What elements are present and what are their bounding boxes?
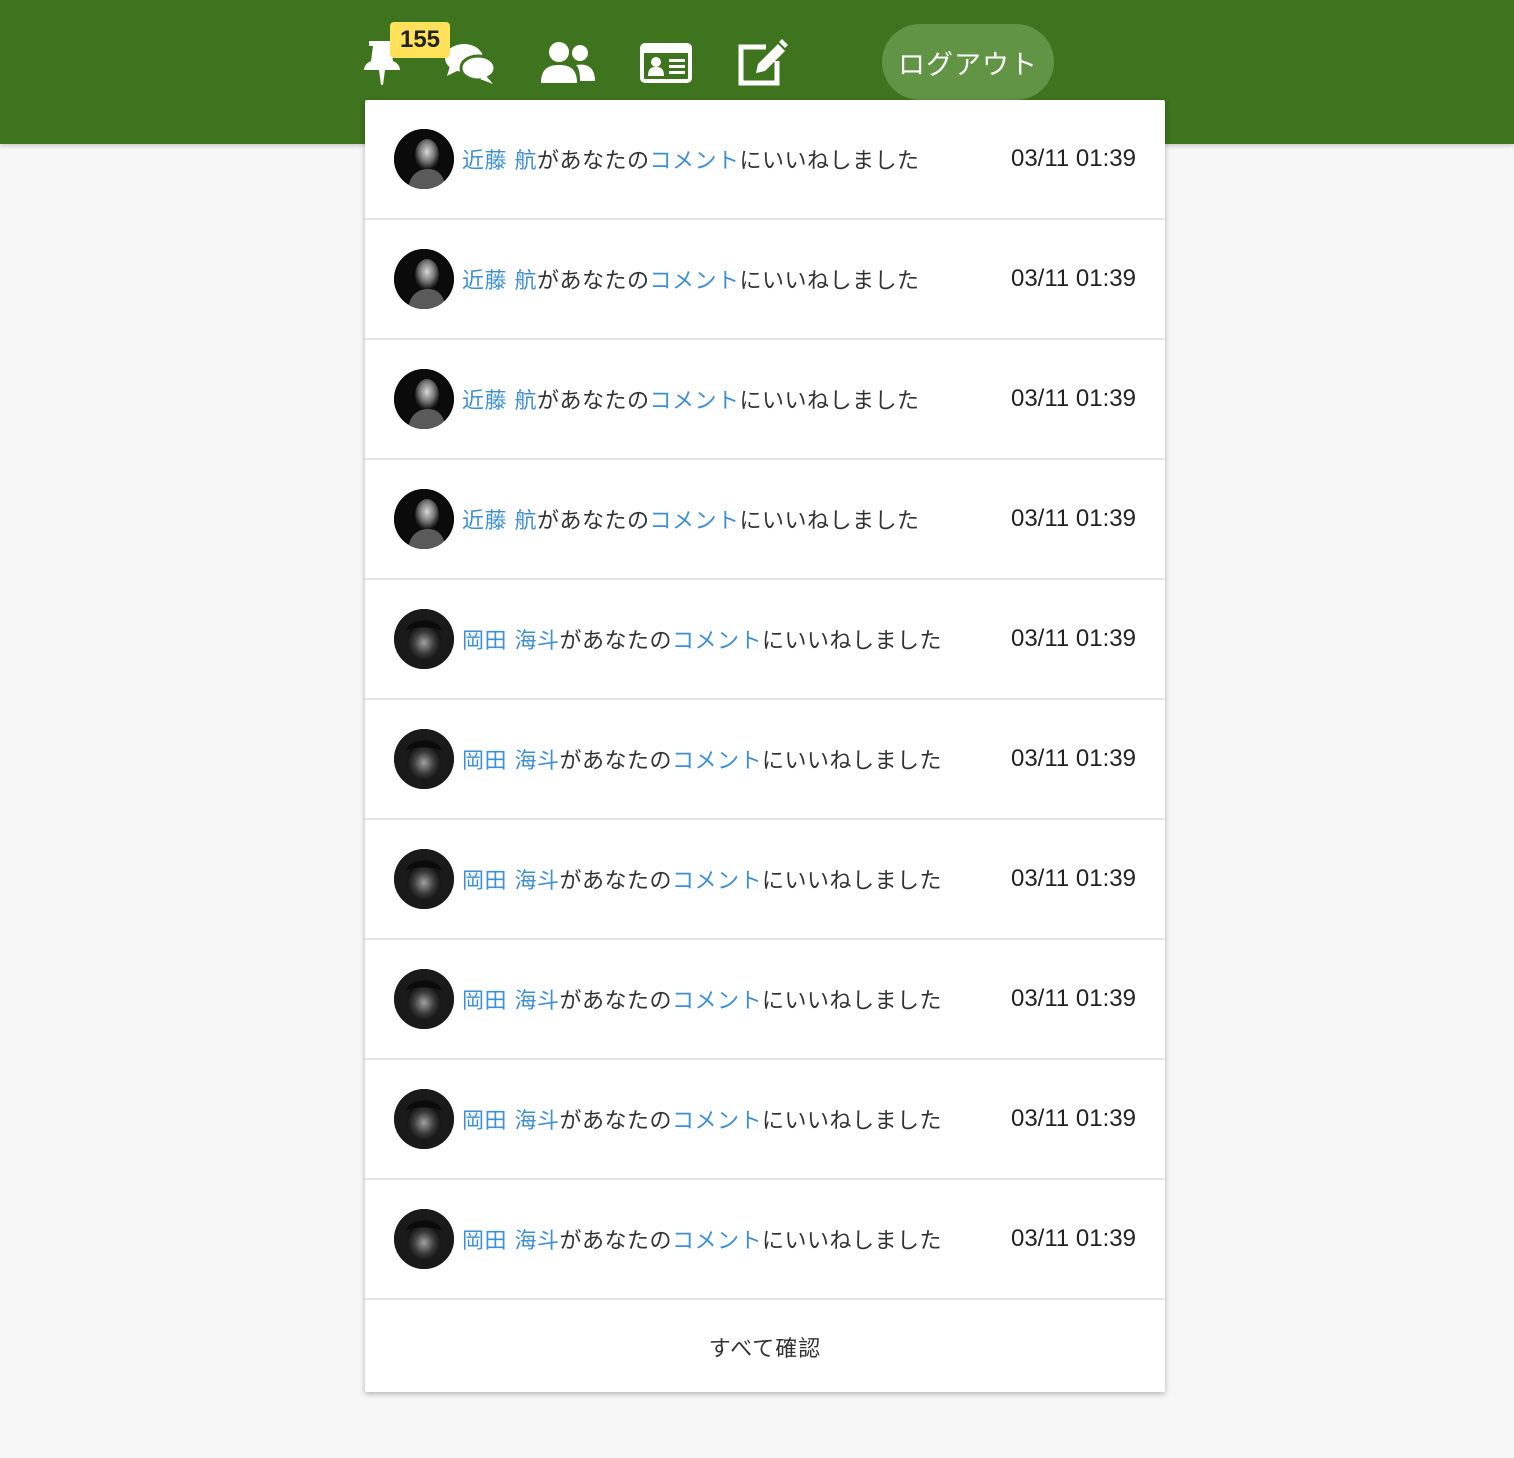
comment-link[interactable]: コメント xyxy=(672,743,762,775)
message-text: があなたの xyxy=(537,269,650,294)
avatar-kondo[interactable] xyxy=(394,129,454,189)
user-name-link[interactable]: 近藤 航 xyxy=(462,263,537,295)
message-text: にいいねしました xyxy=(762,869,943,894)
avatar-kondo[interactable] xyxy=(394,369,454,429)
avatar-okada[interactable] xyxy=(394,849,454,909)
notification-message: 岡田 海斗 があなたの コメント にいいねしました xyxy=(462,580,942,698)
notification-message: 岡田 海斗 があなたの コメント にいいねしました xyxy=(462,700,942,818)
message-text: があなたの xyxy=(559,869,673,894)
users-icon[interactable] xyxy=(540,38,596,88)
comment-link[interactable]: コメント xyxy=(650,263,740,295)
notification-row[interactable]: 近藤 航があなたの コメント にいいねしました 03/11 01:39 xyxy=(365,340,1165,460)
message-text: にいいねしました xyxy=(739,389,920,414)
comment-link[interactable]: コメント xyxy=(650,143,740,175)
notification-row[interactable]: 近藤 航があなたの コメント にいいねしました 03/11 01:39 xyxy=(365,460,1165,580)
message-text: にいいねしました xyxy=(762,749,943,774)
message-text: にいいねしました xyxy=(739,269,920,294)
notification-timestamp: 03/11 01:39 xyxy=(1010,1105,1136,1132)
user-name-link[interactable]: 岡田 海斗 xyxy=(462,623,560,655)
notification-message: 岡田 海斗 があなたの コメント にいいねしました xyxy=(462,940,942,1058)
logout-button[interactable]: ログアウト xyxy=(882,24,1054,100)
message-text: があなたの xyxy=(537,389,650,414)
comment-link[interactable]: コメント xyxy=(672,863,762,895)
message-text: にいいねしました xyxy=(762,1229,943,1254)
notification-row[interactable]: 近藤 航があなたの コメント にいいねしました 03/11 01:39 xyxy=(365,100,1165,220)
message-text: があなたの xyxy=(537,509,650,534)
comment-link[interactable]: コメント xyxy=(650,383,740,415)
user-name-link[interactable]: 岡田 海斗 xyxy=(462,983,560,1015)
notification-row[interactable]: 岡田 海斗 があなたの コメント にいいねしました 03/11 01:39 xyxy=(365,700,1165,820)
notification-message: 近藤 航があなたの コメント にいいねしました xyxy=(462,460,920,578)
user-name-link[interactable]: 岡田 海斗 xyxy=(462,863,560,895)
notification-timestamp: 03/11 01:39 xyxy=(1010,145,1136,172)
message-text: にいいねしました xyxy=(762,989,943,1014)
notification-row[interactable]: 岡田 海斗 があなたの コメント にいいねしました 03/11 01:39 xyxy=(365,940,1165,1060)
comment-link[interactable]: コメント xyxy=(672,1223,762,1255)
notification-timestamp: 03/11 01:39 xyxy=(1010,1225,1136,1252)
avatar-okada[interactable] xyxy=(394,969,454,1029)
user-name-link[interactable]: 岡田 海斗 xyxy=(462,743,560,775)
notification-message: 岡田 海斗 があなたの コメント にいいねしました xyxy=(462,1060,942,1178)
avatar-kondo[interactable] xyxy=(394,249,454,309)
message-text: があなたの xyxy=(559,989,673,1014)
user-name-link[interactable]: 岡田 海斗 xyxy=(462,1103,560,1135)
comment-link[interactable]: コメント xyxy=(672,623,762,655)
avatar-okada[interactable] xyxy=(394,609,454,669)
message-text: があなたの xyxy=(537,149,650,174)
notification-message: 岡田 海斗 があなたの コメント にいいねしました xyxy=(462,820,942,938)
message-text: があなたの xyxy=(559,749,673,774)
avatar-okada[interactable] xyxy=(394,729,454,789)
notification-dropdown: 近藤 航があなたの コメント にいいねしました 03/11 01:39 近藤 航があなた… xyxy=(365,100,1165,1392)
chat-icon[interactable] xyxy=(444,38,496,88)
user-name-link[interactable]: 近藤 航 xyxy=(462,503,537,535)
message-text: があなたの xyxy=(559,629,673,654)
comment-link[interactable]: コメント xyxy=(672,1103,762,1135)
notification-list: 近藤 航があなたの コメント にいいねしました 03/11 01:39 近藤 航があなた… xyxy=(365,100,1165,1300)
notification-timestamp: 03/11 01:39 xyxy=(1010,505,1136,532)
notification-count-badge: 155 xyxy=(390,22,450,58)
comment-link[interactable]: コメント xyxy=(672,983,762,1015)
notification-row[interactable]: 岡田 海斗 があなたの コメント にいいねしました 03/11 01:39 xyxy=(365,820,1165,940)
notification-message: 岡田 海斗 があなたの コメント にいいねしました xyxy=(462,1180,942,1298)
notification-timestamp: 03/11 01:39 xyxy=(1010,745,1136,772)
see-all-button[interactable]: すべて確認 xyxy=(365,1300,1165,1394)
notification-row[interactable]: 岡田 海斗 があなたの コメント にいいねしました 03/11 01:39 xyxy=(365,1060,1165,1180)
notification-timestamp: 03/11 01:39 xyxy=(1010,385,1136,412)
notification-message: 近藤 航があなたの コメント にいいねしました xyxy=(462,220,920,338)
message-text: があなたの xyxy=(559,1109,673,1134)
avatar-okada[interactable] xyxy=(394,1089,454,1149)
avatar-kondo[interactable] xyxy=(394,489,454,549)
user-name-link[interactable]: 近藤 航 xyxy=(462,383,537,415)
message-text: にいいねしました xyxy=(762,1109,943,1134)
notification-timestamp: 03/11 01:39 xyxy=(1010,265,1136,292)
message-text: にいいねしました xyxy=(762,629,943,654)
comment-link[interactable]: コメント xyxy=(650,503,740,535)
notification-row[interactable]: 岡田 海斗 があなたの コメント にいいねしました 03/11 01:39 xyxy=(365,580,1165,700)
message-text: があなたの xyxy=(559,1229,673,1254)
notification-row[interactable]: 岡田 海斗 があなたの コメント にいいねしました 03/11 01:39 xyxy=(365,1180,1165,1300)
notification-timestamp: 03/11 01:39 xyxy=(1010,985,1136,1012)
avatar-okada[interactable] xyxy=(394,1209,454,1269)
edit-icon[interactable] xyxy=(736,38,788,88)
message-text: にいいねしました xyxy=(739,149,920,174)
notification-message: 近藤 航があなたの コメント にいいねしました xyxy=(462,340,920,458)
user-name-link[interactable]: 岡田 海斗 xyxy=(462,1223,560,1255)
user-name-link[interactable]: 近藤 航 xyxy=(462,143,537,175)
notification-message: 近藤 航があなたの コメント にいいねしました xyxy=(462,100,920,218)
notification-row[interactable]: 近藤 航があなたの コメント にいいねしました 03/11 01:39 xyxy=(365,220,1165,340)
id-card-icon[interactable] xyxy=(640,38,692,88)
message-text: にいいねしました xyxy=(739,509,920,534)
notification-timestamp: 03/11 01:39 xyxy=(1010,865,1136,892)
notification-timestamp: 03/11 01:39 xyxy=(1010,625,1136,652)
